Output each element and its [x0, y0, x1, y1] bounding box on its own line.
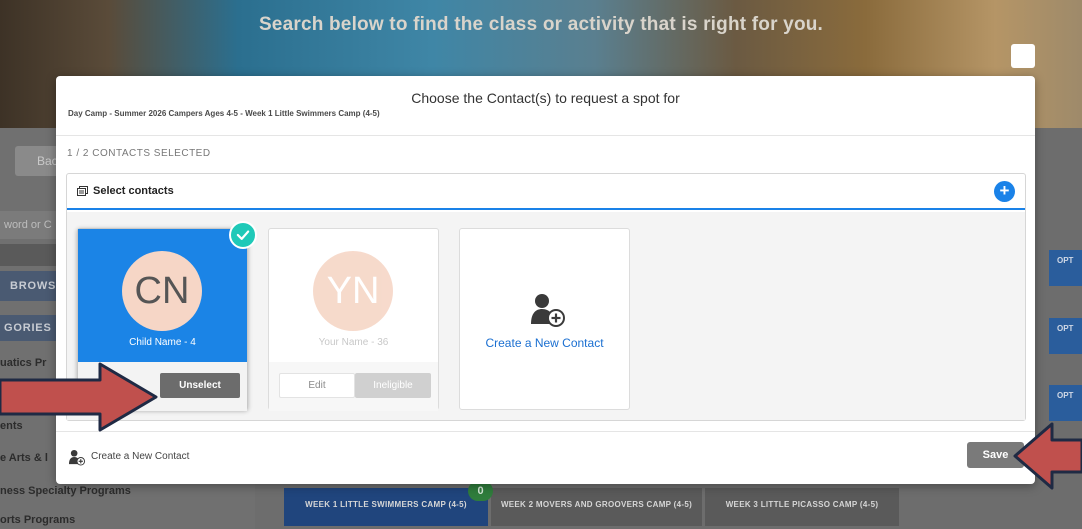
divider [56, 431, 1035, 432]
sidebar-item-arts[interactable]: e Arts & l [0, 452, 48, 464]
contacts-panel: Select contacts + CN Child Name - 4 Unse… [66, 173, 1026, 421]
contact-card-ineligible: YN Your Name - 36 Edit Ineligible [268, 228, 439, 411]
tab-week-2[interactable]: WEEK 2 MOVERS AND GROOVERS CAMP (4-5) [491, 488, 702, 526]
selected-count: 1 / 2 CONTACTS SELECTED [67, 148, 211, 159]
add-contact-plus-button[interactable]: + [994, 181, 1015, 202]
sidebar-item-fitness[interactable]: ness Specialty Programs [0, 485, 131, 497]
create-contact-card[interactable]: Create a New Contact [459, 228, 630, 410]
tab-week-3[interactable]: WEEK 3 LITTLE PICASSO CAMP (4-5) [705, 488, 899, 526]
arrow-annotation [1013, 422, 1082, 490]
week-count-badge: 0 [468, 481, 493, 501]
contact-select-modal: Choose the Contact(s) to request a spot … [56, 76, 1035, 484]
modal-subtitle: Day Camp - Summer 2026 Campers Ages 4-5 … [68, 109, 380, 118]
add-contact-icon [68, 449, 86, 466]
option-button[interactable]: OPT [1049, 318, 1082, 354]
hero-text: Search below to find the class or activi… [258, 14, 824, 35]
tab-week-1[interactable]: WEEK 1 LITTLE SWIMMERS CAMP (4-5) [284, 488, 488, 526]
edit-button[interactable]: Edit [279, 373, 355, 398]
sidebar-item-sports[interactable]: orts Programs [0, 514, 75, 526]
contact-name: Your Name - 36 [318, 337, 389, 348]
checkmark-icon [229, 221, 257, 249]
unselect-button[interactable]: Unselect [160, 373, 240, 398]
card-footer: Edit Ineligible [269, 362, 438, 411]
arrow-annotation [0, 362, 158, 432]
contacts-grid: CN Child Name - 4 Unselect YN Your Name … [67, 212, 1025, 420]
add-contact-icon [531, 294, 565, 327]
create-contact-label: Create a New Contact [485, 336, 604, 350]
card-header: CN Child Name - 4 [78, 229, 247, 362]
ineligible-badge: Ineligible [355, 373, 431, 398]
option-button[interactable]: OPT [1049, 250, 1082, 286]
contacts-list-icon [77, 186, 88, 196]
panel-title: Select contacts [93, 185, 174, 197]
background-checkbox[interactable] [1011, 44, 1035, 68]
avatar: YN [313, 251, 393, 331]
card-header: YN Your Name - 36 [269, 229, 438, 362]
panel-header: Select contacts + [67, 174, 1025, 210]
footer-create-contact-label: Create a New Contact [91, 451, 190, 462]
avatar: CN [122, 251, 202, 331]
contact-name: Child Name - 4 [129, 337, 196, 348]
option-button[interactable]: OPT [1049, 385, 1082, 421]
modal-title: Choose the Contact(s) to request a spot … [411, 90, 680, 106]
divider [56, 135, 1035, 136]
